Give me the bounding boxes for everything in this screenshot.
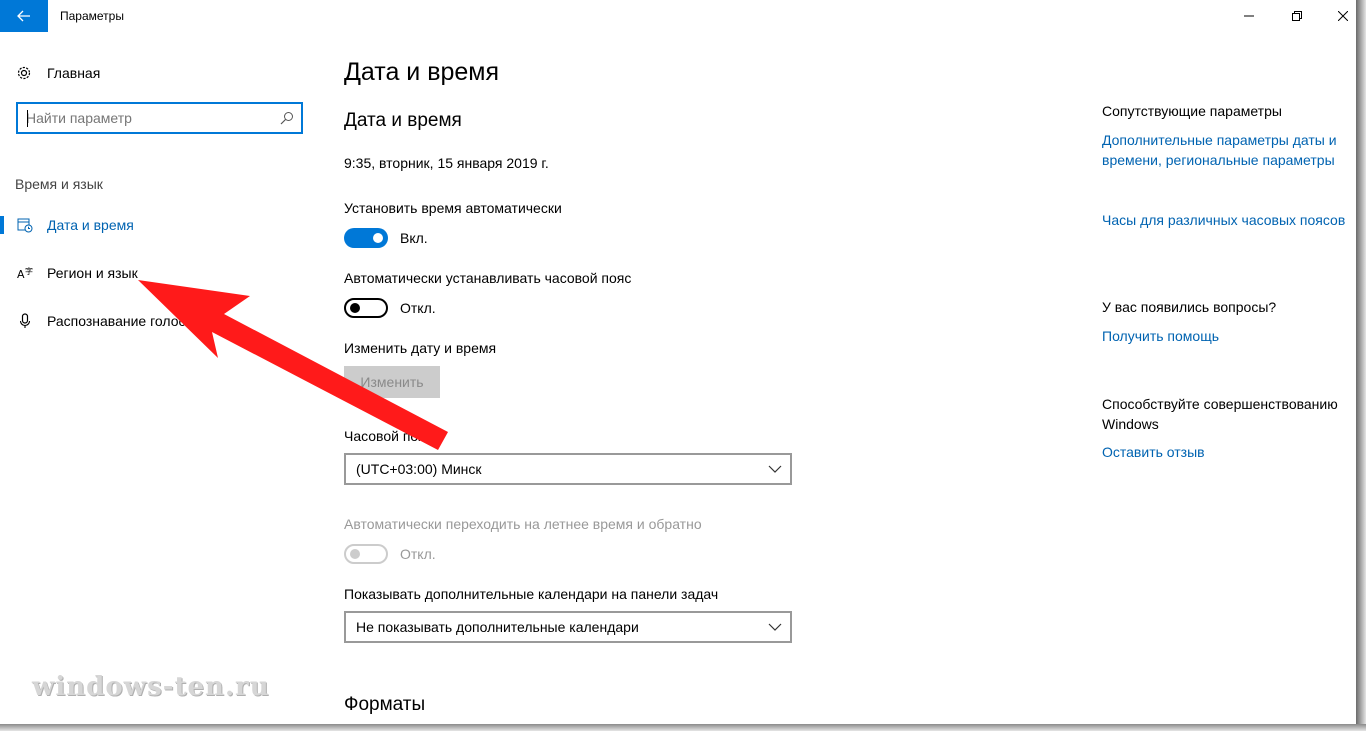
back-button[interactable] xyxy=(0,0,48,32)
sidebar-home-label: Главная xyxy=(47,65,101,81)
auto-time-label: Установить время автоматически xyxy=(344,200,562,216)
restore-icon xyxy=(1292,11,1302,21)
sidebar: Главная Время и язык Дата и время A字 Рег… xyxy=(0,32,320,731)
svg-text:字: 字 xyxy=(25,266,33,276)
chevron-down-icon xyxy=(768,465,782,473)
auto-time-toggle-row: Вкл. xyxy=(344,228,428,248)
change-datetime-label: Изменить дату и время xyxy=(344,340,497,356)
window-title: Параметры xyxy=(60,9,124,23)
section-label: Время и язык xyxy=(15,176,103,192)
chevron-down-icon xyxy=(768,623,782,631)
toggle-knob xyxy=(373,233,383,243)
auto-timezone-state: Откл. xyxy=(400,300,436,316)
sidebar-home[interactable]: Главная xyxy=(16,62,100,84)
toggle-knob xyxy=(350,303,360,313)
sidebar-item-label: Дата и время xyxy=(47,217,134,233)
text-caret xyxy=(27,110,28,127)
svg-text:A: A xyxy=(17,268,25,281)
sidebar-item-date-time[interactable]: Дата и время xyxy=(0,207,320,243)
restore-button[interactable] xyxy=(1274,0,1320,32)
calendars-label: Показывать дополнительные календари на п… xyxy=(344,586,719,602)
auto-time-state: Вкл. xyxy=(400,230,428,246)
search-input[interactable] xyxy=(26,108,266,128)
dst-toggle-row: Откл. xyxy=(344,544,436,564)
search-field[interactable] xyxy=(16,102,303,134)
auto-timezone-toggle-row: Откл. xyxy=(344,298,436,318)
timezone-dropdown[interactable]: (UTC+03:00) Минск xyxy=(344,453,792,485)
search-icon xyxy=(280,112,293,125)
frame-shadow-bottom xyxy=(0,724,1366,731)
auto-timezone-toggle[interactable] xyxy=(344,298,388,318)
section-title: Дата и время xyxy=(344,110,462,131)
main-content: Дата и время Дата и время 9:35, вторник,… xyxy=(344,32,1064,731)
dst-state: Откл. xyxy=(400,546,436,562)
page-title: Дата и время xyxy=(344,58,500,86)
close-icon xyxy=(1338,11,1348,21)
current-datetime: 9:35, вторник, 15 января 2019 г. xyxy=(344,155,549,171)
calendars-dropdown[interactable]: Не показывать дополнительные календари xyxy=(344,611,792,643)
give-feedback-link[interactable]: Оставить отзыв xyxy=(1102,442,1352,462)
back-arrow-icon xyxy=(17,10,30,22)
additional-clocks-link[interactable]: Часы для различных часовых поясов xyxy=(1102,210,1352,230)
toggle-knob xyxy=(350,549,360,559)
auto-timezone-label: Автоматически устанавливать часовой пояс xyxy=(344,270,632,286)
clock-calendar-icon xyxy=(17,217,33,233)
questions-heading: У вас появились вопросы? xyxy=(1102,299,1277,315)
minimize-button[interactable] xyxy=(1226,0,1272,32)
get-help-link[interactable]: Получить помощь xyxy=(1102,326,1352,346)
sidebar-item-label: Регион и язык xyxy=(47,265,138,281)
dst-toggle[interactable] xyxy=(344,544,388,564)
timezone-label: Часовой пояс xyxy=(344,428,433,444)
frame-shadow-right xyxy=(1356,0,1366,731)
related-settings-heading: Сопутствующие параметры xyxy=(1102,103,1282,119)
watermark: windows-ten.ru xyxy=(32,672,270,702)
dst-label: Автоматически переходить на летнее время… xyxy=(344,516,702,532)
microphone-icon xyxy=(17,313,33,329)
timezone-value: (UTC+03:00) Минск xyxy=(356,461,482,477)
sidebar-item-label: Распознавание голоса xyxy=(47,313,194,329)
change-datetime-button[interactable]: Изменить xyxy=(344,366,440,398)
active-indicator xyxy=(0,216,4,234)
sidebar-item-speech[interactable]: Распознавание голоса xyxy=(0,303,320,339)
gear-icon xyxy=(16,65,32,81)
sidebar-item-region-language[interactable]: A字 Регион и язык xyxy=(0,255,320,291)
auto-time-toggle[interactable] xyxy=(344,228,388,248)
calendars-value: Не показывать дополнительные календари xyxy=(356,619,639,635)
minimize-icon xyxy=(1244,15,1254,17)
formats-title: Форматы xyxy=(344,694,426,715)
feedback-heading: Способствуйте совершенствованию Windows xyxy=(1102,396,1338,432)
additional-datetime-link[interactable]: Дополнительные параметры даты и времени,… xyxy=(1102,130,1352,170)
language-icon: A字 xyxy=(17,265,33,281)
title-bar: Параметры xyxy=(0,0,1356,32)
